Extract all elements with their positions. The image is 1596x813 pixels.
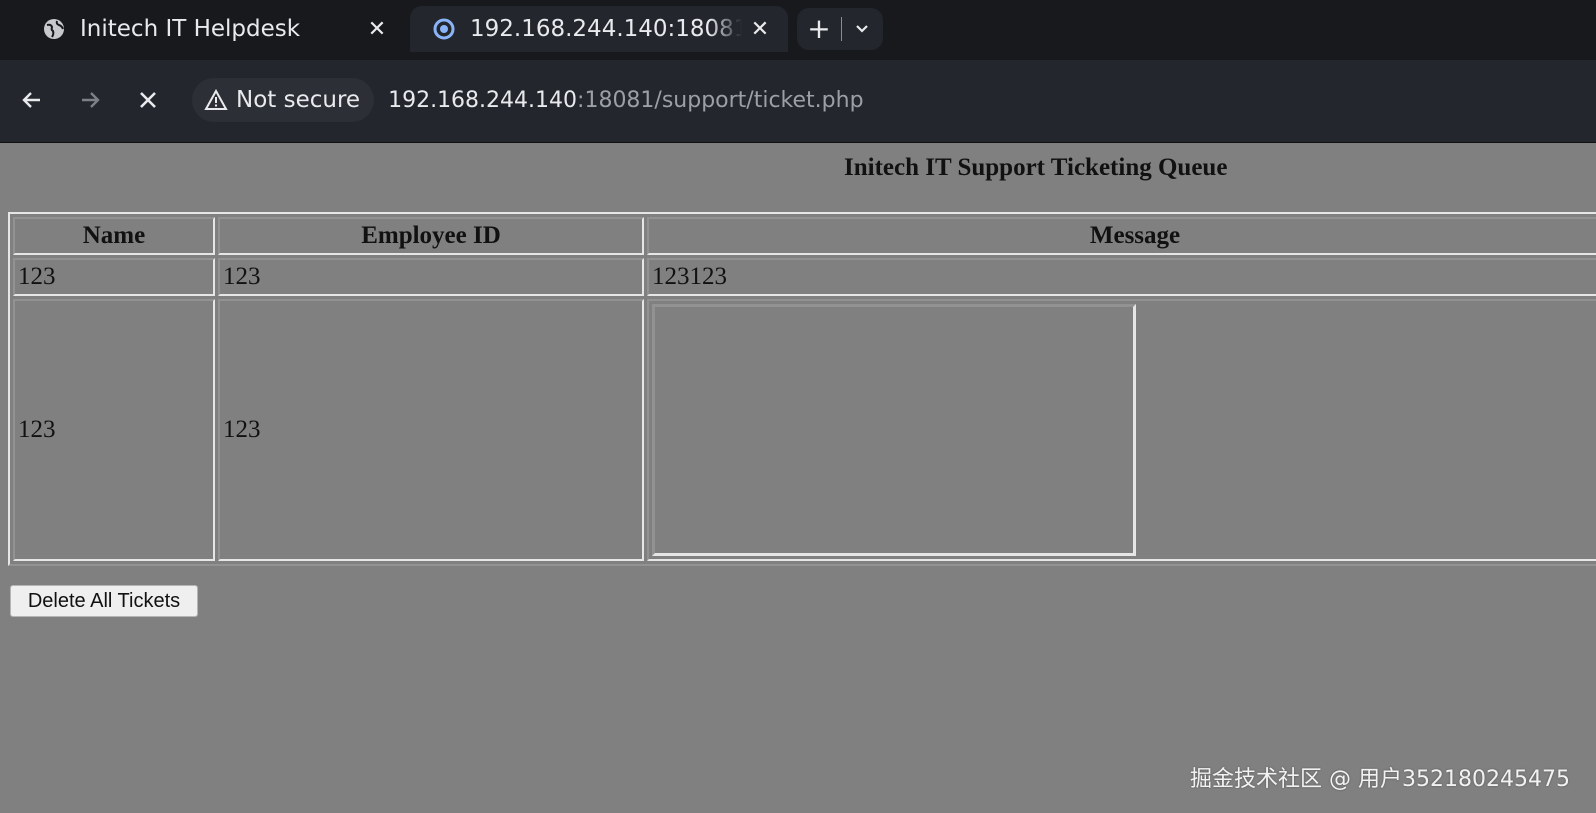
- column-header-message: Message: [647, 217, 1596, 255]
- tab-ticket-page[interactable]: 192.168.244.140:18081/su ✕: [410, 6, 788, 52]
- table-row: 123 123: [13, 299, 1596, 561]
- tab-title: Initech IT Helpdesk: [80, 16, 301, 42]
- globe-icon: [42, 17, 66, 41]
- column-header-name: Name: [13, 217, 215, 255]
- browser-toolbar: Not secure 192.168.244.140:18081/support…: [0, 60, 1596, 143]
- ticket-table: Name Employee ID Message 123 123 123123 …: [8, 212, 1596, 566]
- page-viewport: Initech IT Support Ticketing Queue Name …: [0, 143, 1596, 813]
- stop-loading-icon[interactable]: [128, 80, 168, 120]
- loading-spinner-icon: [432, 17, 456, 41]
- cell-name: 123: [13, 258, 215, 296]
- cell-name: 123: [13, 299, 215, 561]
- embedded-message-frame[interactable]: [652, 304, 1136, 556]
- browser-tab-strip: Initech IT Helpdesk ✕ 192.168.244.140:18…: [0, 0, 1596, 60]
- chevron-down-icon[interactable]: [842, 9, 882, 49]
- close-tab-icon[interactable]: ✕: [742, 11, 778, 47]
- back-arrow-icon[interactable]: [12, 80, 52, 120]
- tab-initech-helpdesk[interactable]: Initech IT Helpdesk ✕: [20, 6, 405, 52]
- cell-message: 123123: [647, 258, 1596, 296]
- delete-all-tickets-button[interactable]: Delete All Tickets: [10, 585, 198, 617]
- url-host: 192.168.244.140: [388, 87, 578, 113]
- new-tab-group: +: [797, 8, 883, 50]
- cell-employee-id: 123: [218, 299, 644, 561]
- address-bar[interactable]: Not secure 192.168.244.140:18081/support…: [192, 76, 1582, 124]
- security-label: Not secure: [236, 87, 361, 113]
- new-tab-button[interactable]: +: [797, 9, 841, 49]
- watermark-text: 掘金技术社区 @ 用户352180245475: [1190, 767, 1570, 792]
- page-title: Initech IT Support Ticketing Queue: [844, 154, 1228, 181]
- forward-arrow-icon[interactable]: [70, 80, 110, 120]
- cell-employee-id: 123: [218, 258, 644, 296]
- url-path: :18081/support/ticket.php: [577, 87, 864, 113]
- column-header-employee-id: Employee ID: [218, 217, 644, 255]
- tab-title: 192.168.244.140:18081/su: [470, 16, 742, 42]
- cell-message: [647, 299, 1596, 561]
- table-header-row: Name Employee ID Message: [13, 217, 1596, 255]
- warning-icon: [204, 89, 228, 111]
- url-text[interactable]: 192.168.244.140:18081/support/ticket.php: [388, 88, 863, 113]
- security-indicator[interactable]: Not secure: [192, 78, 375, 122]
- table-row: 123 123 123123: [13, 258, 1596, 296]
- close-tab-icon[interactable]: ✕: [359, 11, 395, 47]
